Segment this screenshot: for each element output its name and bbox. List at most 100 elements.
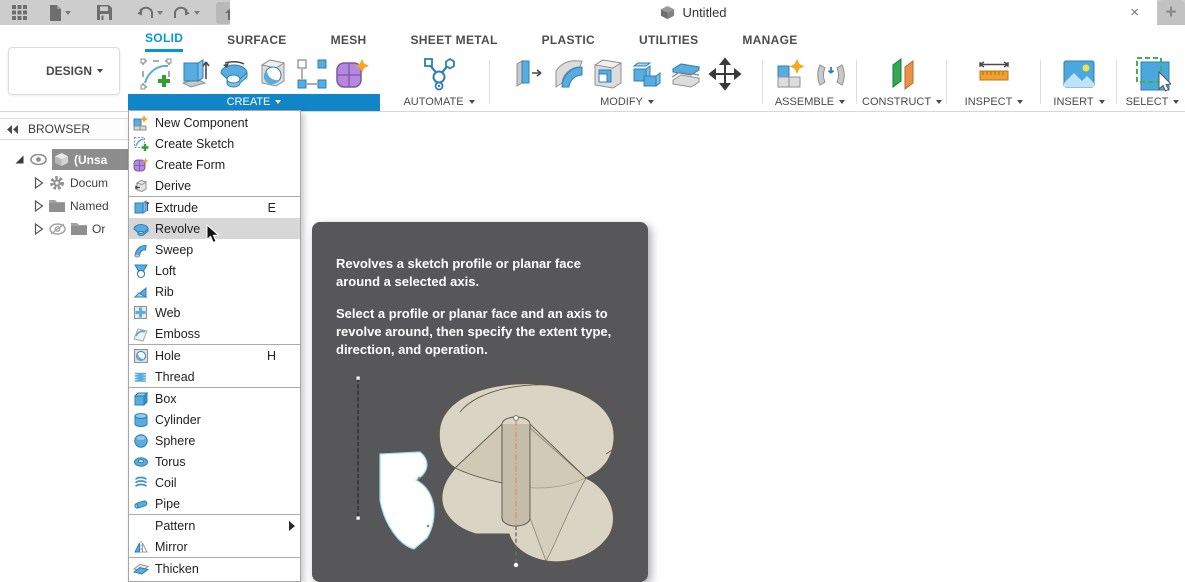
tab-surface[interactable]: SURFACE bbox=[227, 28, 286, 51]
menu-item-pattern[interactable]: Pattern bbox=[129, 515, 300, 536]
create-form-icon[interactable] bbox=[334, 57, 370, 91]
menu-item-torus[interactable]: Torus bbox=[129, 451, 300, 472]
create-menu-button[interactable]: CREATE bbox=[128, 94, 380, 111]
create-dropdown-menu: New Component Create Sketch Create Form … bbox=[128, 110, 301, 582]
offset-face-icon[interactable] bbox=[669, 57, 703, 91]
menu-item-mirror[interactable]: Mirror bbox=[129, 536, 300, 557]
menu-item-create-form[interactable]: Create Form bbox=[129, 154, 300, 175]
new-file-button[interactable] bbox=[45, 2, 75, 24]
joint-icon[interactable] bbox=[816, 57, 846, 91]
named-views-label: Named bbox=[70, 198, 109, 213]
menu-item-pipe[interactable]: Pipe bbox=[129, 493, 300, 514]
extrude-icon[interactable] bbox=[178, 57, 212, 91]
tab-utilities[interactable]: UTILITIES bbox=[639, 28, 698, 51]
browser-title: BROWSER bbox=[28, 122, 91, 136]
browser-root-row[interactable]: (Unsa bbox=[0, 148, 129, 171]
origin-label: Or bbox=[92, 221, 106, 236]
document-tab[interactable]: Untitled × bbox=[230, 0, 1157, 25]
new-file-dropdown-icon[interactable] bbox=[65, 10, 71, 15]
insert-dropdown-icon bbox=[1098, 100, 1105, 105]
tab-solid[interactable]: SOLID bbox=[145, 26, 184, 52]
tab-plastic[interactable]: PLASTIC bbox=[542, 28, 595, 51]
redo-dropdown-icon[interactable] bbox=[194, 10, 200, 15]
hole-icon bbox=[134, 348, 148, 363]
hole-icon[interactable] bbox=[256, 57, 290, 91]
tab-sheet-metal[interactable]: SHEET METAL bbox=[411, 28, 498, 51]
automate-dropdown-icon bbox=[468, 100, 475, 105]
automate-bot-icon[interactable] bbox=[421, 56, 457, 92]
tab-mesh[interactable]: MESH bbox=[331, 28, 367, 51]
thread-icon bbox=[134, 372, 147, 382]
menu-item-thicken[interactable]: Thicken bbox=[129, 558, 300, 579]
undo-button[interactable] bbox=[132, 2, 167, 24]
inspect-menu-button[interactable]: INSPECT bbox=[952, 94, 1036, 111]
coil-icon bbox=[135, 476, 147, 487]
mirror-icon bbox=[134, 540, 148, 553]
browser-row-document-settings[interactable]: Docum bbox=[0, 171, 129, 194]
menu-item-box[interactable]: Box bbox=[129, 388, 300, 409]
app-grid-icon[interactable] bbox=[8, 2, 31, 24]
select-menu-button[interactable]: SELECT bbox=[1120, 94, 1185, 111]
workspace-selector[interactable]: DESIGN bbox=[8, 47, 120, 95]
ribbon-group-modify: MODIFY bbox=[496, 53, 758, 111]
sweep-icon bbox=[134, 244, 147, 257]
menu-item-derive[interactable]: Derive bbox=[129, 175, 300, 196]
insert-menu-button[interactable]: INSERT bbox=[1046, 94, 1112, 111]
menu-item-cylinder[interactable]: Cylinder bbox=[129, 409, 300, 430]
create-sketch-icon[interactable] bbox=[139, 57, 173, 91]
new-tab-button[interactable]: + bbox=[1157, 0, 1185, 25]
extrude-icon bbox=[134, 199, 149, 214]
fillet-icon[interactable] bbox=[552, 57, 586, 91]
menu-item-rib[interactable]: Rib bbox=[129, 281, 300, 302]
menu-item-coil[interactable]: Coil bbox=[129, 472, 300, 493]
expander-closed-icon[interactable] bbox=[34, 222, 44, 235]
menu-item-thread[interactable]: Thread bbox=[129, 366, 300, 387]
insert-image-icon[interactable] bbox=[1062, 59, 1096, 89]
new-component-icon[interactable] bbox=[775, 57, 811, 91]
collapse-panel-icon[interactable] bbox=[7, 124, 19, 134]
construct-menu-button[interactable]: CONSTRUCT bbox=[862, 94, 943, 111]
browser-header[interactable]: BROWSER bbox=[0, 118, 129, 140]
construct-plane-icon[interactable] bbox=[885, 57, 919, 91]
shell-icon[interactable] bbox=[591, 57, 625, 91]
menu-item-emboss[interactable]: Emboss bbox=[129, 323, 300, 344]
select-icon[interactable] bbox=[1135, 56, 1171, 92]
undo-dropdown-icon[interactable] bbox=[157, 10, 163, 15]
browser-row-origin[interactable]: Or bbox=[0, 217, 129, 240]
automate-menu-button[interactable]: AUTOMATE bbox=[392, 94, 486, 111]
tab-manage[interactable]: MANAGE bbox=[742, 28, 797, 51]
menu-item-new-component[interactable]: New Component bbox=[129, 112, 300, 133]
ribbon-group-automate: AUTOMATE bbox=[392, 53, 486, 111]
visibility-eye-icon[interactable] bbox=[30, 154, 47, 165]
menu-item-sphere[interactable]: Sphere bbox=[129, 430, 300, 451]
measure-icon[interactable] bbox=[977, 59, 1011, 89]
menu-item-web[interactable]: Web bbox=[129, 302, 300, 323]
assemble-menu-button[interactable]: ASSEMBLE bbox=[768, 94, 852, 111]
web-icon bbox=[134, 305, 147, 319]
visibility-off-eye-icon[interactable] bbox=[49, 222, 66, 235]
browser-row-named-views[interactable]: Named bbox=[0, 194, 129, 217]
expander-closed-icon[interactable] bbox=[34, 199, 44, 212]
menu-item-hole[interactable]: Hole H bbox=[129, 345, 300, 366]
move-copy-icon[interactable] bbox=[707, 56, 742, 91]
cylinder-icon bbox=[134, 412, 148, 427]
menu-item-loft[interactable]: Loft bbox=[129, 260, 300, 281]
save-button[interactable] bbox=[93, 2, 116, 24]
expander-closed-icon[interactable] bbox=[34, 176, 44, 189]
root-selection-highlight[interactable]: (Unsa bbox=[52, 149, 129, 170]
workspace-dropdown-icon bbox=[97, 69, 103, 73]
revolve-icon[interactable] bbox=[217, 57, 251, 91]
menu-item-create-sketch[interactable]: Create Sketch bbox=[129, 133, 300, 154]
combine-icon[interactable] bbox=[630, 57, 664, 91]
revolve-tooltip: Revolves a sketch profile or planar face… bbox=[312, 222, 648, 582]
redo-button[interactable] bbox=[169, 2, 204, 24]
torus-icon bbox=[134, 456, 148, 467]
expander-open-icon[interactable] bbox=[14, 154, 25, 165]
select-dropdown-icon bbox=[1173, 100, 1180, 105]
pattern-icon[interactable] bbox=[295, 57, 329, 91]
menu-item-extrude[interactable]: Extrude E bbox=[129, 197, 300, 218]
modify-menu-button[interactable]: MODIFY bbox=[496, 94, 758, 111]
box-icon bbox=[133, 391, 149, 406]
close-tab-icon[interactable]: × bbox=[1130, 0, 1139, 25]
press-pull-icon[interactable] bbox=[513, 57, 547, 91]
